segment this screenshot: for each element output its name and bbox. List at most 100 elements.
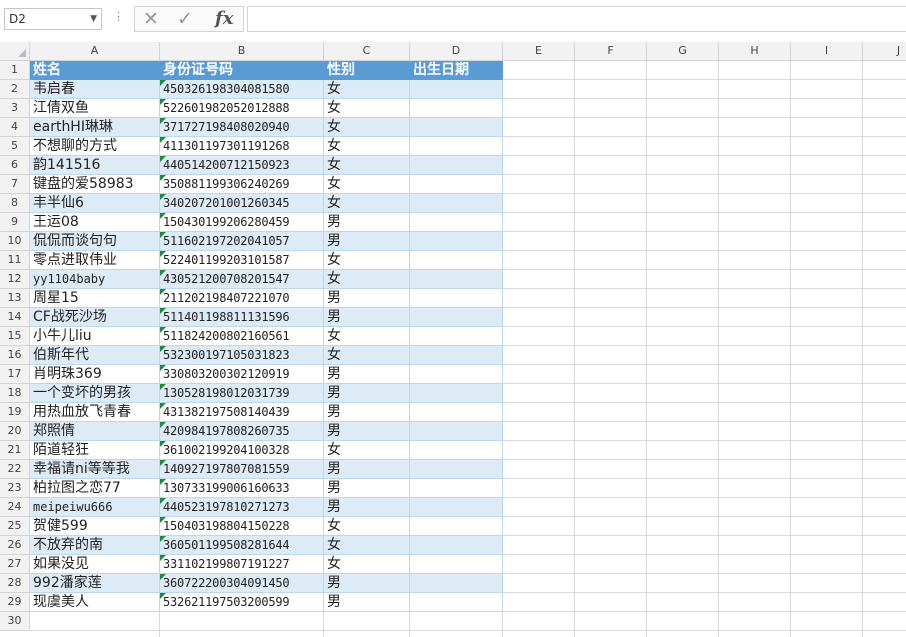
gender-cell[interactable]: 男 [324,384,410,403]
id-number-cell[interactable]: 440523197810271273 [160,498,324,517]
column-header-c[interactable]: C [324,42,410,61]
birth-date-cell[interactable] [410,213,503,232]
id-number-cell[interactable]: 371727198408020940 [160,118,324,137]
spreadsheet-grid[interactable]: A B C D E F G H I J 1 2 3 4 5 6 7 8 9 10 11 12 13 14 15 16 17 18 19 2… [0,42,906,637]
name-cell[interactable]: 一个变坏的男孩 [30,384,160,403]
gender-cell[interactable]: 女 [324,327,410,346]
gender-cell[interactable]: 女 [324,441,410,460]
gender-cell[interactable]: 女 [324,194,410,213]
drag-handle-icon[interactable]: ⋮ [113,10,124,23]
id-number-cell[interactable]: 340207201001260345 [160,194,324,213]
column-header-i[interactable]: I [791,42,863,61]
id-number-cell[interactable]: 360722200304091450 [160,574,324,593]
column-header-a[interactable]: A [30,42,160,61]
id-number-cell[interactable]: 361002199204100328 [160,441,324,460]
row-header-29[interactable]: 29 [0,593,30,612]
id-number-cell[interactable]: 411301197301191268 [160,137,324,156]
name-cell[interactable]: 伯斯年代 [30,346,160,365]
gender-cell[interactable]: 男 [324,460,410,479]
name-cell[interactable]: 丰半仙6 [30,194,160,213]
formula-input[interactable] [247,6,906,32]
column-header-g[interactable]: G [647,42,719,61]
row-header-11[interactable]: 11 [0,251,30,270]
name-cell[interactable]: earthHI琳琳 [30,118,160,137]
name-cell[interactable]: 韵141516 [30,156,160,175]
row-header-27[interactable]: 27 [0,555,30,574]
birth-date-cell[interactable] [410,270,503,289]
id-number-cell[interactable]: 511401198811131596 [160,308,324,327]
id-number-cell[interactable]: 150403198804150228 [160,517,324,536]
name-cell[interactable]: 现虞美人 [30,593,160,612]
row-header-17[interactable]: 17 [0,365,30,384]
birth-date-cell[interactable] [410,460,503,479]
row-header-25[interactable]: 25 [0,517,30,536]
name-cell[interactable]: 王运08 [30,213,160,232]
row-header-7[interactable]: 7 [0,175,30,194]
birth-date-cell[interactable] [410,175,503,194]
name-cell[interactable]: 柏拉图之恋77 [30,479,160,498]
birth-date-cell[interactable] [410,156,503,175]
gender-cell[interactable]: 女 [324,555,410,574]
birth-date-cell[interactable] [410,536,503,555]
birth-date-cell[interactable] [410,308,503,327]
id-number-cell[interactable]: 532300197105031823 [160,346,324,365]
birth-date-cell[interactable] [410,593,503,612]
column-header-d[interactable]: D [410,42,503,61]
birth-date-cell[interactable] [410,346,503,365]
birth-date-cell[interactable] [410,80,503,99]
name-cell[interactable]: 小牛儿liu [30,327,160,346]
gender-cell[interactable]: 男 [324,365,410,384]
birth-date-cell[interactable] [410,517,503,536]
chevron-down-icon[interactable]: ▼ [90,9,97,29]
row-header-13[interactable]: 13 [0,289,30,308]
birth-date-cell[interactable] [410,403,503,422]
id-number-cell[interactable]: 360501199508281644 [160,536,324,555]
gender-cell[interactable]: 女 [324,80,410,99]
name-cell[interactable]: 零点进取伟业 [30,251,160,270]
gender-cell[interactable]: 男 [324,498,410,517]
row-header-14[interactable]: 14 [0,308,30,327]
name-cell[interactable]: 侃侃而谈句句 [30,232,160,251]
name-cell[interactable]: 幸福请ni等等我 [30,460,160,479]
id-number-cell[interactable]: 431382197508140439 [160,403,324,422]
birth-date-cell[interactable] [410,232,503,251]
gender-cell[interactable]: 男 [324,232,410,251]
birth-date-cell[interactable] [410,365,503,384]
row-header-12[interactable]: 12 [0,270,30,289]
id-number-cell[interactable]: 140927197807081559 [160,460,324,479]
row-header-20[interactable]: 20 [0,422,30,441]
header-cell[interactable]: 身份证号码 [160,61,324,80]
birth-date-cell[interactable] [410,99,503,118]
birth-date-cell[interactable] [410,194,503,213]
birth-date-cell[interactable] [410,289,503,308]
gender-cell[interactable]: 男 [324,289,410,308]
insert-function-icon[interactable]: fx [215,8,233,30]
row-header-22[interactable]: 22 [0,460,30,479]
birth-date-cell[interactable] [410,422,503,441]
row-header-19[interactable]: 19 [0,403,30,422]
name-cell[interactable]: 不想聊的方式 [30,137,160,156]
id-number-cell[interactable]: 211202198407221070 [160,289,324,308]
name-box[interactable]: D2 ▼ [4,8,102,30]
id-number-cell[interactable]: 450326198304081580 [160,80,324,99]
id-number-cell[interactable]: 511824200802160561 [160,327,324,346]
row-header-2[interactable]: 2 [0,80,30,99]
birth-date-cell[interactable] [410,327,503,346]
gender-cell[interactable]: 男 [324,574,410,593]
name-cell[interactable]: 键盘的爱58983 [30,175,160,194]
id-number-cell[interactable]: 430521200708201547 [160,270,324,289]
enter-check-icon[interactable]: ✓ [177,8,193,30]
column-header-b[interactable]: B [160,42,324,61]
id-number-cell[interactable]: 130528198012031739 [160,384,324,403]
row-header-21[interactable]: 21 [0,441,30,460]
name-cell[interactable]: 用热血放飞青春 [30,403,160,422]
id-number-cell[interactable]: 440514200712150923 [160,156,324,175]
row-header-24[interactable]: 24 [0,498,30,517]
gender-cell[interactable]: 女 [324,536,410,555]
header-cell[interactable]: 性别 [324,61,410,80]
id-number-cell[interactable]: 331102199807191227 [160,555,324,574]
birth-date-cell[interactable] [410,137,503,156]
id-number-cell[interactable]: 420984197808260735 [160,422,324,441]
header-cell[interactable]: 姓名 [30,61,160,80]
id-number-cell[interactable]: 350881199306240269 [160,175,324,194]
